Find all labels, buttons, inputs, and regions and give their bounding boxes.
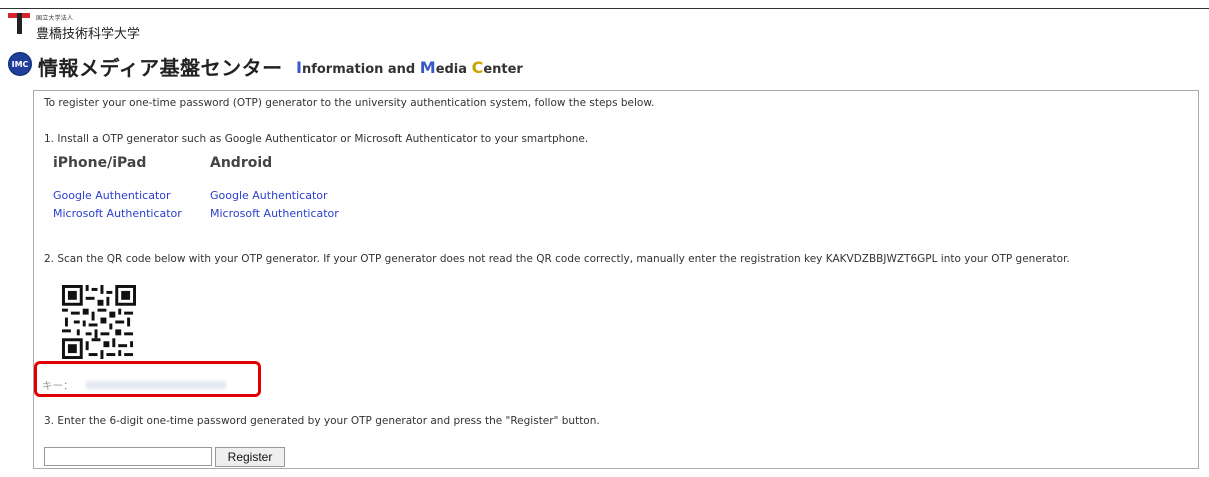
center-title-en: Information and Media Center (296, 58, 523, 77)
step1-text: 1. Install a OTP generator such as Googl… (44, 133, 589, 145)
iphone-microsoft-authenticator-link[interactable]: Microsoft Authenticator (53, 207, 182, 220)
step2-text: 2. Scan the QR code below with your OTP … (44, 253, 1070, 265)
key-highlight-box (34, 361, 261, 397)
imc-logo-icon: IMC (8, 52, 32, 76)
university-name: 豊橋技術科学大学 (36, 27, 141, 42)
qr-code-icon (62, 285, 136, 359)
center-title-ja: 情報メディア基盤センター (38, 56, 283, 80)
android-google-authenticator-link[interactable]: Google Authenticator (210, 189, 328, 202)
iphone-heading: iPhone/iPad (53, 155, 147, 171)
otp-registration-panel: To register your one-time password (OTP)… (33, 90, 1199, 469)
center-en-M: M (419, 58, 436, 77)
center-en-part1: nformation and (301, 62, 420, 77)
university-logo-icon (8, 13, 30, 34)
center-en-part3: enter (483, 62, 523, 77)
org-type-label: 国立大学法人 (36, 15, 74, 22)
top-divider (0, 8, 1209, 9)
otp-input[interactable] (44, 447, 212, 466)
center-en-part2: edia (435, 62, 472, 77)
android-microsoft-authenticator-link[interactable]: Microsoft Authenticator (210, 207, 339, 220)
step3-text: 3. Enter the 6-digit one-time password g… (44, 415, 600, 427)
intro-text: To register your one-time password (OTP)… (44, 97, 655, 109)
android-heading: Android (210, 155, 273, 171)
center-en-C: C (471, 58, 484, 77)
iphone-google-authenticator-link[interactable]: Google Authenticator (53, 189, 171, 202)
register-button[interactable]: Register (215, 447, 285, 467)
